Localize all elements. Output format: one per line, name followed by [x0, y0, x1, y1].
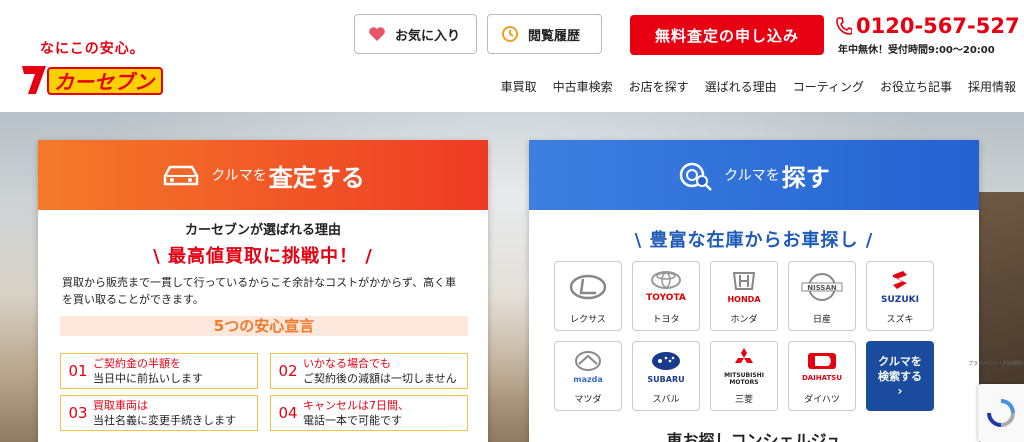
- tire-search-icon: [679, 162, 713, 191]
- main-nav: 車買取 中古車検索 お店を探す 選ばれる理由 コーティング お役立ち記事 採用情…: [493, 78, 1024, 95]
- chevron-right-icon: ›: [897, 383, 903, 398]
- svg-text:NISSAN: NISSAN: [807, 284, 837, 292]
- subaru-logo-icon: [651, 351, 680, 370]
- phone-text: 0120-567-527: [856, 14, 1020, 38]
- car-icon: [163, 165, 199, 186]
- promise-item: 02 いかなる場合でも ご契約後の減額は一切しません: [270, 353, 468, 389]
- history-label: 閲覧履歴: [528, 28, 581, 44]
- maker-mitsubishi[interactable]: MITSUBISHI MOTORS 三菱: [710, 341, 778, 411]
- sell-description: 買取から販売まで一貫して行っているからこそ余計なコストがかからず、高く車を買い取…: [62, 276, 457, 306]
- maker-lexus[interactable]: レクサス: [554, 261, 622, 331]
- svg-text:カーセブン: カーセブン: [54, 70, 156, 94]
- sell-header-small: クルマを: [211, 168, 267, 184]
- sell-card: クルマを 査定する カーセブンが選ばれる理由 \ 最高値買取に挑戦中！ / 買取…: [38, 140, 488, 442]
- lexus-logo-icon: [555, 262, 621, 312]
- suzuki-logo-icon: [892, 271, 907, 289]
- declaration-title: 5つの安心宣言: [60, 316, 468, 336]
- nav-item-used-car-search[interactable]: 中古車検索: [545, 78, 621, 95]
- nav-item-purchase[interactable]: 車買取: [493, 78, 545, 95]
- heart-icon: [363, 26, 391, 42]
- history-button[interactable]: 閲覧履歴: [487, 14, 602, 54]
- favorites-button[interactable]: お気に入り: [354, 14, 477, 54]
- maker-honda[interactable]: HONDA ホンダ: [710, 261, 778, 331]
- nissan-logo-icon: NISSAN: [801, 273, 843, 301]
- mazda-logo-icon: [574, 350, 601, 371]
- carseven-logo[interactable]: カーセブン: [20, 62, 165, 98]
- phone-hours: 年中無休！受付時間9:00〜20:00: [838, 45, 995, 56]
- search-header-big: 探す: [781, 163, 830, 192]
- tagline: なにこの安心。: [40, 41, 145, 57]
- stock-title: \ 豊富な在庫からお車探し /: [634, 230, 874, 251]
- search-card: クルマを 探す \ 豊富な在庫からお車探し / レクサス TOYOTA トヨタ: [529, 140, 979, 442]
- nav-item-reasons[interactable]: 選ばれる理由: [697, 78, 785, 95]
- maker-daihatsu[interactable]: DAIHATSU ダイハツ: [788, 341, 856, 411]
- search-header-small: クルマを: [724, 168, 780, 184]
- recaptcha-badge[interactable]: [978, 384, 1024, 442]
- maker-nissan[interactable]: NISSAN 日産: [788, 261, 856, 331]
- favorites-label: お気に入り: [395, 28, 461, 44]
- catch-copy: \ 最高値買取に挑戦中！ /: [153, 246, 373, 267]
- concierge-heading: 車お探しコンシェルジュ: [666, 431, 842, 442]
- maker-suzuki[interactable]: SUZUKI スズキ: [866, 261, 934, 331]
- maker-toyota[interactable]: TOYOTA トヨタ: [632, 261, 700, 331]
- phone-icon: [836, 17, 852, 35]
- daihatsu-logo-icon: [807, 353, 836, 369]
- sell-header-big: 査定する: [268, 163, 365, 192]
- promise-item: 01 ご契約金の半額を 当日中に前払いします: [60, 353, 258, 389]
- recaptcha-icon: [987, 399, 1015, 427]
- promise-item: 04 キャンセルは7日間、 電話一本で可能です: [270, 395, 468, 431]
- site-header: なにこの安心。 カーセブン お気に入り 閲覧履歴 無料査定の申し込み 0120-…: [0, 0, 1024, 112]
- mitsubishi-logo-icon: [735, 348, 753, 363]
- recaptcha-privacy-link[interactable]: プライバシー・利用規約: [968, 360, 1023, 367]
- sell-card-header[interactable]: クルマを 査定する: [38, 140, 488, 210]
- maker-subaru[interactable]: SUBARU スバル: [632, 341, 700, 411]
- search-card-header[interactable]: クルマを 探す: [529, 140, 979, 210]
- maker-mazda[interactable]: mazda マツダ: [554, 341, 622, 411]
- toyota-logo-icon: [650, 271, 681, 289]
- clock-history-icon: [496, 25, 524, 43]
- nav-item-careers[interactable]: 採用情報: [960, 78, 1024, 95]
- free-appraisal-button[interactable]: 無料査定の申し込み: [630, 15, 824, 55]
- honda-logo-icon: [732, 271, 756, 290]
- nav-item-find-store[interactable]: お店を探す: [621, 78, 697, 95]
- phone-number[interactable]: 0120-567-527: [836, 14, 1020, 38]
- nav-item-coating[interactable]: コーティング: [785, 78, 872, 95]
- reason-heading: カーセブンが選ばれる理由: [184, 223, 341, 238]
- promise-item: 03 買取車両は 当社名義に変更手続きします: [60, 395, 258, 431]
- car-search-button[interactable]: クルマを 検索する ›: [866, 341, 934, 411]
- nav-item-articles[interactable]: お役立ち記事: [872, 78, 960, 95]
